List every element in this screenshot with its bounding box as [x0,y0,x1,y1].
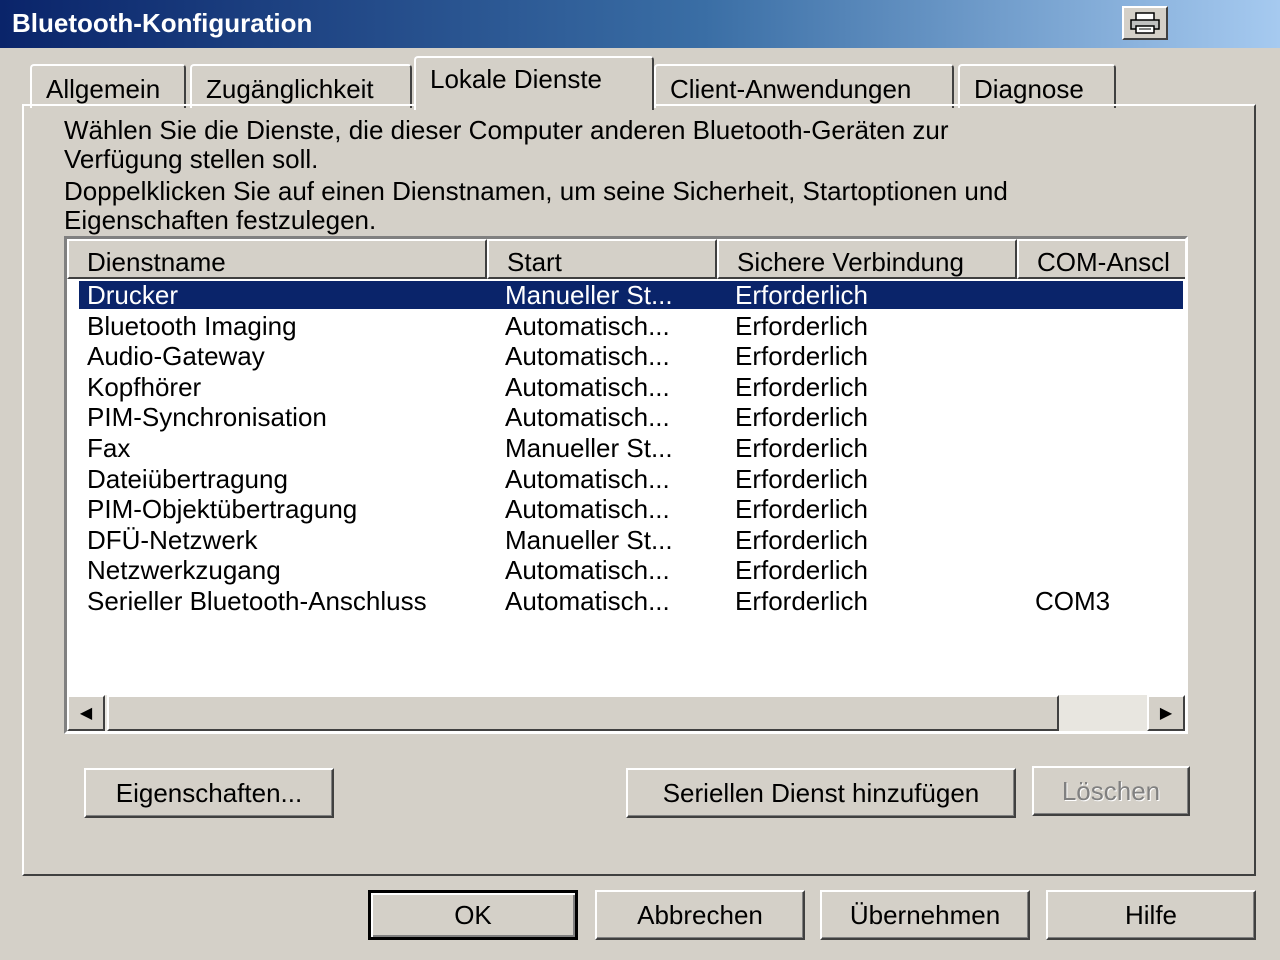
table-row[interactable]: Audio-Gateway Automatisch... Erforderlic… [67,340,1185,371]
cell-secure: Erforderlich [735,524,868,555]
cell-secure: Erforderlich [735,463,868,494]
scrollbar-thumb[interactable] [107,695,1059,731]
arrow-right-icon[interactable]: ▶ [1147,695,1185,731]
cell-name: Drucker [87,280,179,310]
cell-name: Netzwerkzugang [87,555,281,586]
list-header: Dienstname Start Sichere Verbindung COM-… [67,239,1185,279]
cell-secure: Erforderlich [735,280,868,310]
table-row[interactable]: Fax Manueller St... Erforderlich [67,432,1185,463]
description-line-3: Doppelklicken Sie auf einen Dienstnamen,… [64,176,1008,206]
description-line-2: Verfügung stellen soll. [64,144,319,174]
cell-secure: Erforderlich [735,585,868,616]
properties-button[interactable]: Eigenschaften... [84,768,334,818]
cell-secure: Erforderlich [735,402,868,433]
title-bar: Bluetooth-Konfiguration [0,0,1280,48]
delete-button[interactable]: Löschen [1032,766,1190,816]
cell-name: Dateiübertragung [87,463,288,494]
table-row[interactable]: Serieller Bluetooth-Anschluss Automatisc… [67,585,1185,616]
cell-start: Automatisch... [505,402,670,433]
cell-start: Manueller St... [505,280,673,310]
cell-name: Fax [87,432,131,463]
printer-icon[interactable] [1122,6,1168,40]
help-button[interactable]: Hilfe [1046,890,1256,940]
horizontal-scrollbar[interactable]: ◀ ▶ [67,695,1185,731]
cell-name: Bluetooth Imaging [87,310,297,341]
cell-secure: Erforderlich [735,371,868,402]
table-row[interactable]: Netzwerkzugang Automatisch... Erforderli… [67,554,1185,585]
cell-secure: Erforderlich [735,310,868,341]
arrow-left-icon[interactable]: ◀ [67,695,105,731]
window-title: Bluetooth-Konfiguration [12,8,313,38]
cell-start: Automatisch... [505,371,670,402]
table-row[interactable]: PIM-Synchronisation Automatisch... Erfor… [67,401,1185,432]
list-rows: Drucker Manueller St... Erforderlich Blu… [67,279,1185,616]
table-row[interactable]: PIM-Objektübertragung Automatisch... Erf… [67,493,1185,524]
cell-start: Automatisch... [505,310,670,341]
column-header-start[interactable]: Start [487,239,717,279]
cell-start: Automatisch... [505,585,670,616]
column-header-dienstname[interactable]: Dienstname [67,239,487,279]
cell-com: COM3 [1035,585,1111,616]
cell-name: DFÜ-Netzwerk [87,524,258,555]
cell-start: Manueller St... [505,432,673,463]
cell-start: Automatisch... [505,494,670,525]
services-list[interactable]: Dienstname Start Sichere Verbindung COM-… [64,236,1188,734]
apply-button[interactable]: Übernehmen [820,890,1030,940]
tab-diagnose[interactable]: Diagnose [958,64,1116,108]
tab-lokale-dienste[interactable]: Lokale Dienste [414,56,654,110]
cell-start: Automatisch... [505,341,670,372]
cell-name: Serieller Bluetooth-Anschluss [87,585,427,616]
table-row[interactable]: Bluetooth Imaging Automatisch... Erforde… [67,310,1185,341]
cell-name: Kopfhörer [87,371,202,402]
cell-name: PIM-Synchronisation [87,402,327,433]
cell-start: Automatisch... [505,555,670,586]
cell-name: PIM-Objektübertragung [87,494,358,525]
cell-start: Automatisch... [505,463,670,494]
table-row[interactable]: Dateiübertragung Automatisch... Erforder… [67,463,1185,494]
table-row[interactable]: DFÜ-Netzwerk Manueller St... Erforderlic… [67,524,1185,555]
tab-zugaenglichkeit[interactable]: Zugänglichkeit [190,64,412,108]
cell-secure: Erforderlich [735,555,868,586]
table-row[interactable]: Kopfhörer Automatisch... Erforderlich [67,371,1185,402]
column-header-com-anschluss[interactable]: COM-Anscl [1017,239,1185,279]
column-header-sichere-verbindung[interactable]: Sichere Verbindung [717,239,1017,279]
cell-start: Manueller St... [505,524,673,555]
cell-name: Audio-Gateway [87,341,265,372]
add-serial-service-button[interactable]: Seriellen Dienst hinzufügen [626,768,1016,818]
ok-button[interactable]: OK [368,890,578,940]
cancel-button[interactable]: Abbrechen [595,890,805,940]
table-row[interactable]: Drucker Manueller St... Erforderlich [67,279,1185,310]
cell-secure: Erforderlich [735,432,868,463]
tab-client-anwendungen[interactable]: Client-Anwendungen [654,64,954,108]
tab-allgemein[interactable]: Allgemein [30,64,186,108]
description-line-1: Wählen Sie die Dienste, die dieser Compu… [64,115,949,145]
cell-secure: Erforderlich [735,494,868,525]
description-line-4: Eigenschaften festzulegen. [64,205,377,235]
cell-secure: Erforderlich [735,341,868,372]
